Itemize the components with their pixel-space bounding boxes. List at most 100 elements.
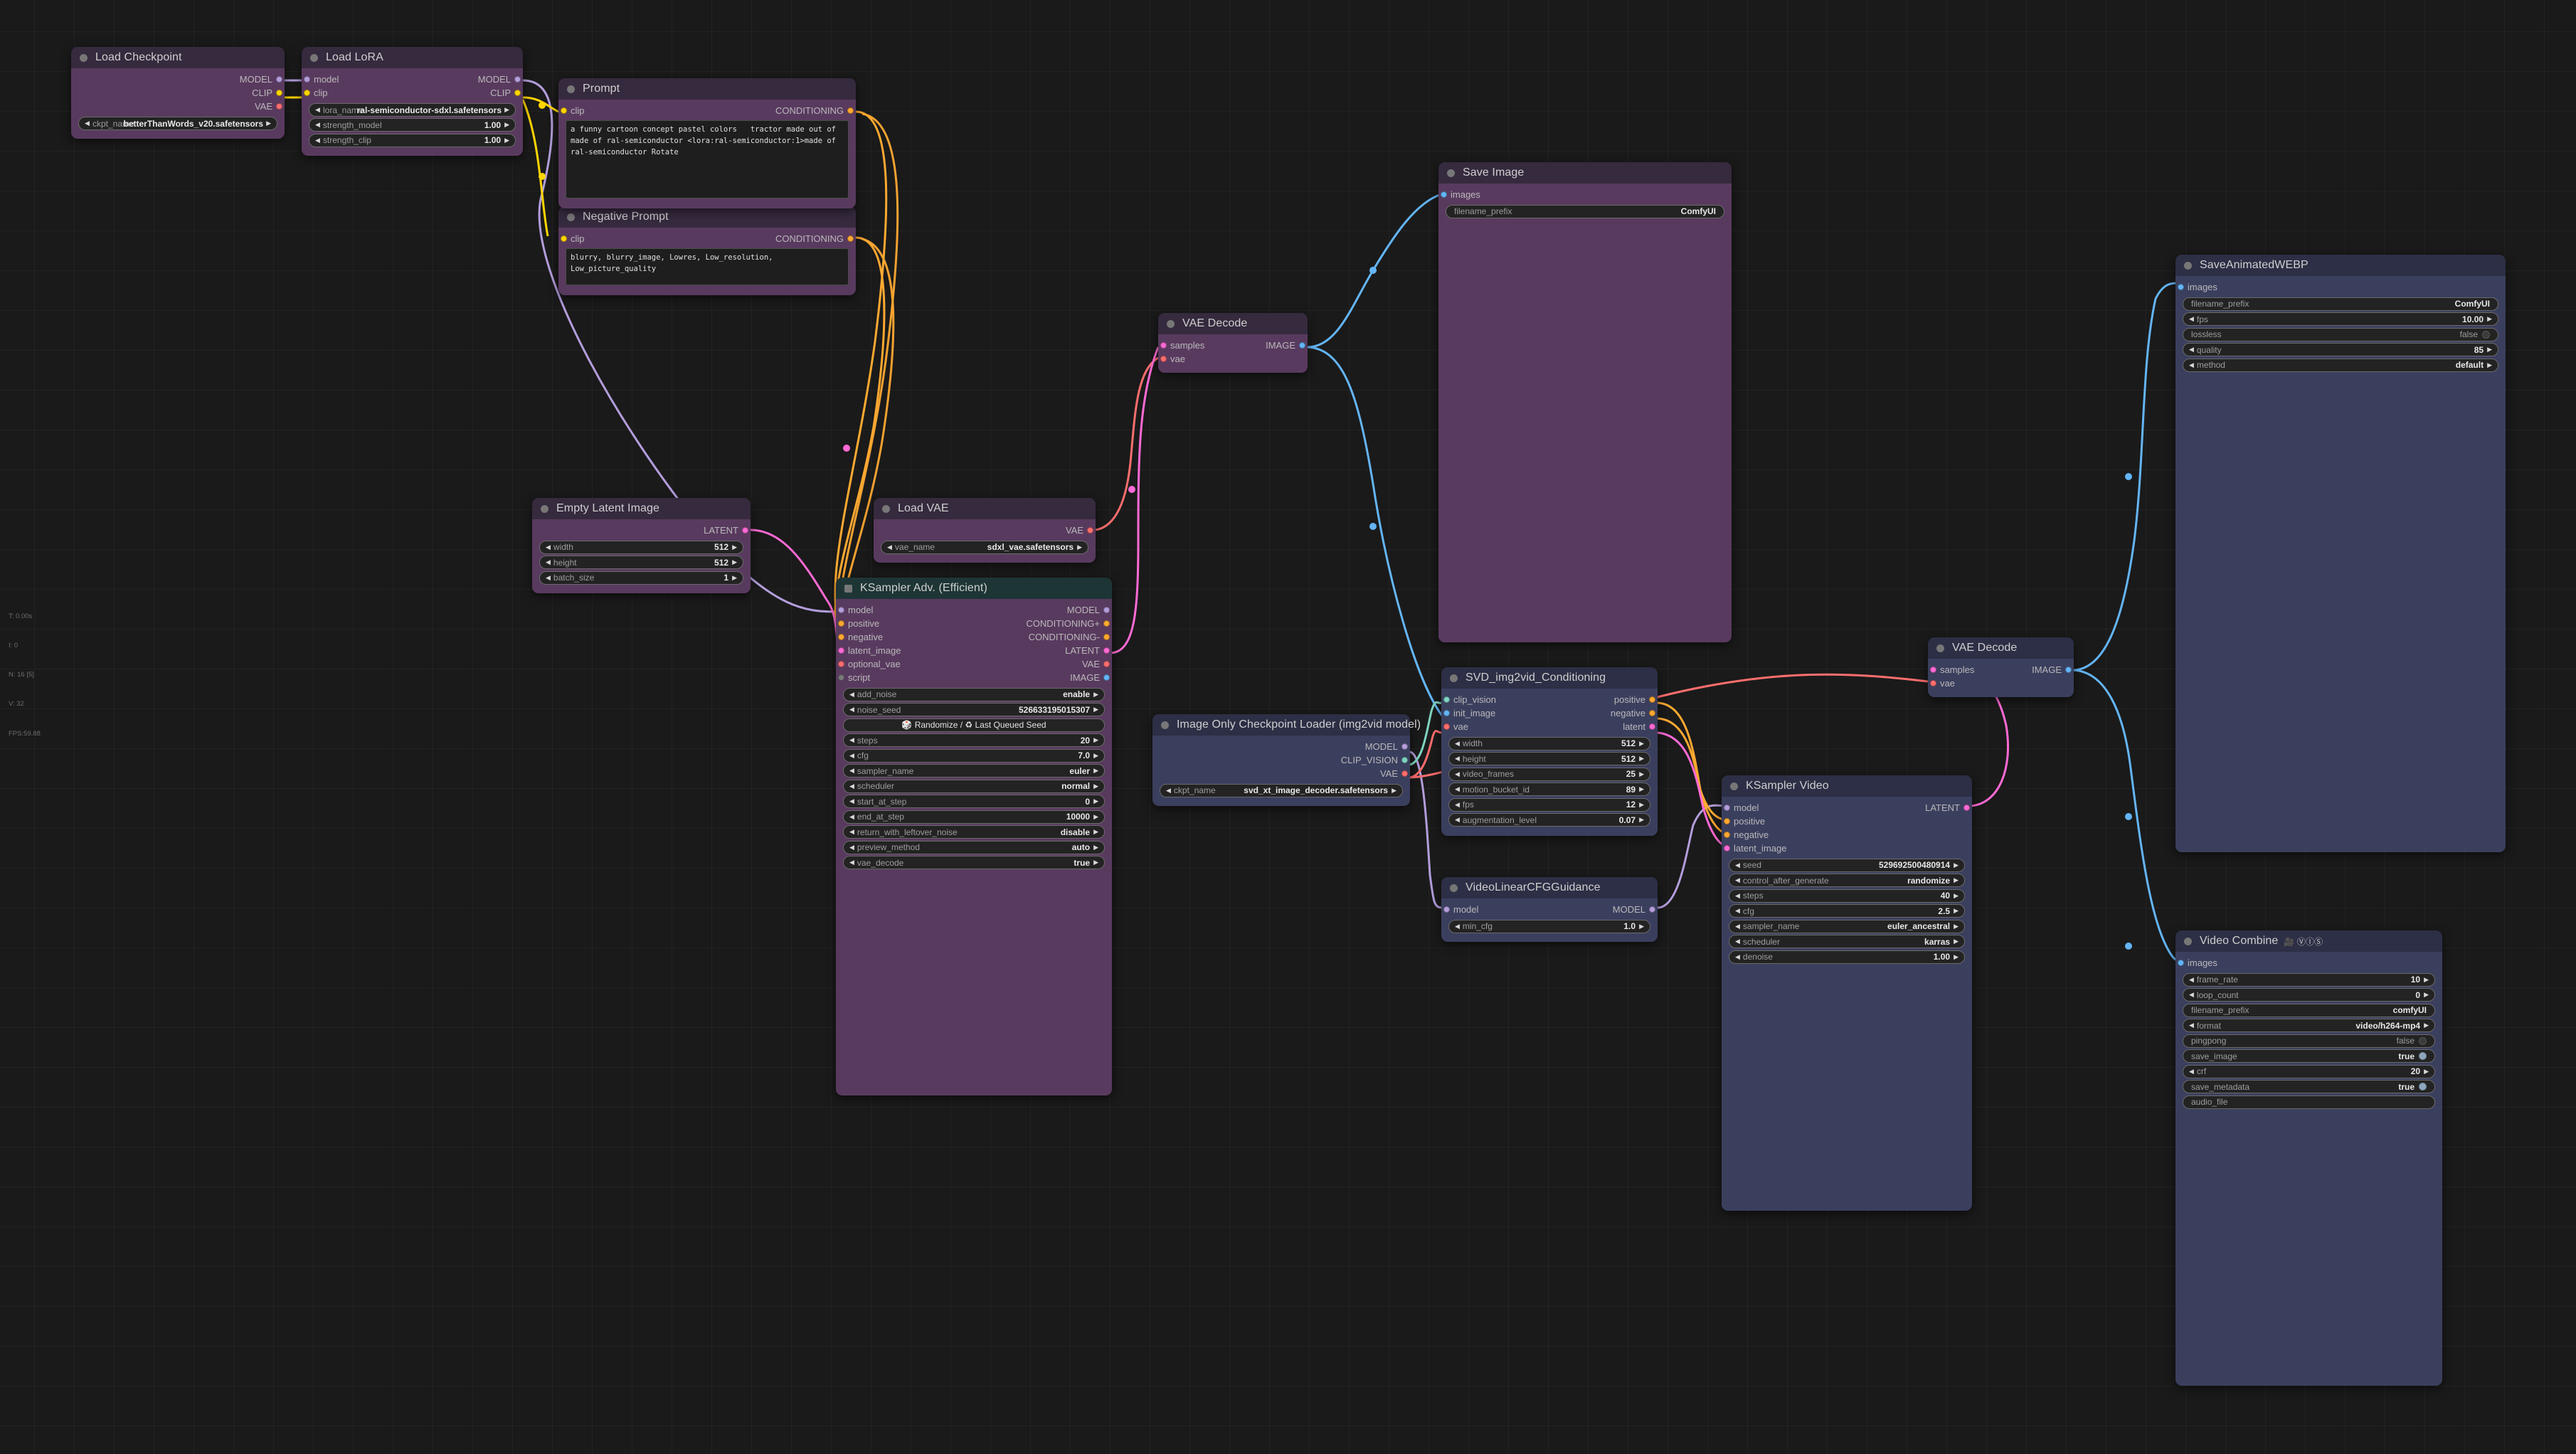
node-title-bar[interactable]: SVD_img2vid_Conditioning	[1441, 667, 1658, 689]
widget-filename-prefix[interactable]: filename_prefix ComfyUI	[2183, 297, 2498, 311]
right-arrow-icon[interactable]: ▶	[1639, 923, 1644, 930]
node-title-bar[interactable]: VideoLinearCFGGuidance	[1441, 877, 1658, 898]
right-arrow-icon[interactable]: ▶	[1954, 908, 1958, 914]
left-arrow-icon[interactable]: ◀	[1735, 938, 1740, 945]
widget-filename-prefix[interactable]: filename_prefix ComfyUI	[1446, 205, 1724, 218]
widget-crf[interactable]: ◀ crf 20 ▶	[2183, 1065, 2435, 1078]
widget-motion-bucket-id[interactable]: ◀ motion_bucket_id 89 ▶	[1448, 782, 1650, 796]
left-arrow-icon[interactable]: ◀	[546, 544, 551, 551]
node-save-animated-webp[interactable]: SaveAnimatedWEBP images filename_prefix …	[2175, 255, 2506, 852]
slot-pip-images[interactable]	[2178, 960, 2184, 966]
right-arrow-icon[interactable]: ▶	[2487, 346, 2492, 353]
slot-pip-model[interactable]	[1401, 743, 1408, 750]
left-arrow-icon[interactable]: ◀	[2189, 316, 2194, 322]
widget-width[interactable]: ◀ width 512 ▶	[539, 541, 743, 554]
slot-pip-image[interactable]	[2065, 667, 2072, 673]
right-arrow-icon[interactable]: ▶	[1639, 802, 1644, 808]
widget-steps[interactable]: ◀ steps 20 ▶	[843, 733, 1105, 747]
node-image-only-checkpoint-loader[interactable]: Image Only Checkpoint Loader (img2vid mo…	[1152, 714, 1410, 806]
input-slot-vae[interactable]: vae	[1928, 676, 2074, 690]
right-arrow-icon[interactable]: ▶	[2424, 992, 2429, 998]
node-video-combine[interactable]: Video Combine 🎥 ⓋⒾⓈ images ◀ frame_rate …	[2175, 930, 2442, 1386]
output-slot-latent[interactable]: LATENT	[836, 644, 1112, 657]
widget-end-at-step[interactable]: ◀ end_at_step 10000 ▶	[843, 810, 1105, 824]
node-ksampler-adv-efficient[interactable]: KSampler Adv. (Efficient) model MODEL po…	[836, 578, 1112, 1095]
right-arrow-icon[interactable]: ▶	[504, 122, 509, 128]
slot-pip-images[interactable]	[2178, 284, 2184, 290]
left-arrow-icon[interactable]: ◀	[1166, 787, 1171, 794]
slot-pip-conditioning[interactable]	[847, 235, 854, 242]
output-slot-conditioning-minus[interactable]: CONDITIONING-	[836, 630, 1112, 644]
collapse-square-icon[interactable]	[844, 585, 852, 593]
right-arrow-icon[interactable]: ▶	[504, 137, 509, 144]
right-arrow-icon[interactable]: ▶	[1093, 859, 1098, 866]
collapse-dot-icon[interactable]	[567, 85, 575, 93]
left-arrow-icon[interactable]: ◀	[849, 691, 854, 698]
widget-width[interactable]: ◀ width 512 ▶	[1448, 737, 1650, 750]
collapse-dot-icon[interactable]	[1167, 320, 1175, 328]
node-title-bar[interactable]: Load VAE	[874, 498, 1096, 519]
widget-start-at-step[interactable]: ◀ start_at_step 0 ▶	[843, 795, 1105, 808]
output-slot-vae[interactable]: VAE	[874, 524, 1096, 537]
widget-randomize-seed-button[interactable]: 🎲 Randomize / ♻ Last Queued Seed	[843, 718, 1105, 732]
widget-method[interactable]: ◀ method default ▶	[2183, 359, 2498, 372]
left-arrow-icon[interactable]: ◀	[1455, 923, 1460, 930]
left-arrow-icon[interactable]: ◀	[1735, 923, 1740, 930]
right-arrow-icon[interactable]: ▶	[1093, 814, 1098, 820]
widget-format[interactable]: ◀ format video/h264-mp4 ▶	[2183, 1019, 2435, 1032]
left-arrow-icon[interactable]: ◀	[2189, 992, 2194, 998]
right-arrow-icon[interactable]: ▶	[732, 544, 737, 551]
right-arrow-icon[interactable]: ▶	[1093, 844, 1098, 851]
output-slot-model[interactable]: MODEL	[71, 73, 285, 86]
output-slot-conditioning[interactable]: CONDITIONING	[558, 104, 856, 117]
output-slot-clip-vision[interactable]: CLIP_VISION	[1152, 753, 1410, 767]
node-title-bar[interactable]: Video Combine 🎥 ⓋⒾⓈ	[2175, 930, 2442, 952]
node-prompt[interactable]: Prompt clip CONDITIONING a funny cartoon…	[558, 78, 856, 208]
widget-height[interactable]: ◀ height 512 ▶	[539, 556, 743, 569]
left-arrow-icon[interactable]: ◀	[2189, 1022, 2194, 1029]
widget-fps[interactable]: ◀ fps 10.00 ▶	[2183, 312, 2498, 326]
right-arrow-icon[interactable]: ▶	[1954, 938, 1958, 945]
collapse-dot-icon[interactable]	[1450, 674, 1458, 682]
collapse-dot-icon[interactable]	[2184, 262, 2192, 270]
output-slot-image[interactable]: IMAGE	[1158, 339, 1308, 352]
widget-batch-size[interactable]: ◀ batch_size 1 ▶	[539, 571, 743, 585]
widget-height[interactable]: ◀ height 512 ▶	[1448, 752, 1650, 765]
left-arrow-icon[interactable]: ◀	[849, 753, 854, 759]
widget-pingpong[interactable]: pingpong false	[2183, 1034, 2435, 1048]
prompt-textarea[interactable]: a funny cartoon concept pastel colors tr…	[566, 120, 849, 198]
widget-strength-model[interactable]: ◀ strength_model 1.00 ▶	[309, 118, 516, 132]
node-load-checkpoint[interactable]: Load Checkpoint MODEL CLIP VAE ◀ ckpt_na…	[71, 47, 285, 139]
output-slot-latent[interactable]: latent	[1441, 720, 1658, 733]
output-slot-image[interactable]: IMAGE	[1928, 663, 2074, 676]
slot-pip-vae[interactable]	[1087, 527, 1093, 534]
right-arrow-icon[interactable]: ▶	[1093, 706, 1098, 713]
output-slot-model[interactable]: MODEL	[1441, 903, 1658, 916]
right-arrow-icon[interactable]: ▶	[1639, 786, 1644, 792]
right-arrow-icon[interactable]: ▶	[266, 120, 271, 127]
left-arrow-icon[interactable]: ◀	[1455, 802, 1460, 808]
left-arrow-icon[interactable]: ◀	[2189, 1068, 2194, 1075]
node-title-bar[interactable]: KSampler Adv. (Efficient)	[836, 578, 1112, 599]
slot-pip-vae[interactable]	[1930, 680, 1936, 686]
widget-sampler-name[interactable]: ◀ sampler_name euler_ancestral ▶	[1729, 920, 1965, 933]
slot-pip-vae[interactable]	[276, 103, 282, 110]
output-slot-clip[interactable]: CLIP	[71, 86, 285, 100]
widget-loop-count[interactable]: ◀ loop_count 0 ▶	[2183, 988, 2435, 1002]
node-title-bar[interactable]: VAE Decode	[1928, 637, 2074, 659]
slot-pip-vae[interactable]	[1401, 770, 1408, 777]
output-slot-conditioning-plus[interactable]: CONDITIONING+	[836, 617, 1112, 630]
left-arrow-icon[interactable]: ◀	[85, 120, 90, 127]
widget-control-after-generate[interactable]: ◀ control_after_generate randomize ▶	[1729, 874, 1965, 887]
right-arrow-icon[interactable]: ▶	[1954, 923, 1958, 930]
widget-steps[interactable]: ◀ steps 40 ▶	[1729, 889, 1965, 903]
widget-cfg[interactable]: ◀ cfg 7.0 ▶	[843, 749, 1105, 763]
node-video-linear-cfg-guidance[interactable]: VideoLinearCFGGuidance model MODEL ◀ min…	[1441, 877, 1658, 942]
output-slot-negative[interactable]: negative	[1441, 706, 1658, 720]
slot-pip-conditioning[interactable]	[847, 107, 854, 114]
widget-save-image[interactable]: save_image true	[2183, 1049, 2435, 1063]
right-arrow-icon[interactable]: ▶	[1639, 817, 1644, 823]
widget-audio-file[interactable]: audio_file	[2183, 1095, 2435, 1109]
video-combine-title-icons[interactable]: 🎥 ⓋⒾⓈ	[2284, 935, 2323, 948]
widget-sampler-name[interactable]: ◀ sampler_name euler ▶	[843, 764, 1105, 778]
